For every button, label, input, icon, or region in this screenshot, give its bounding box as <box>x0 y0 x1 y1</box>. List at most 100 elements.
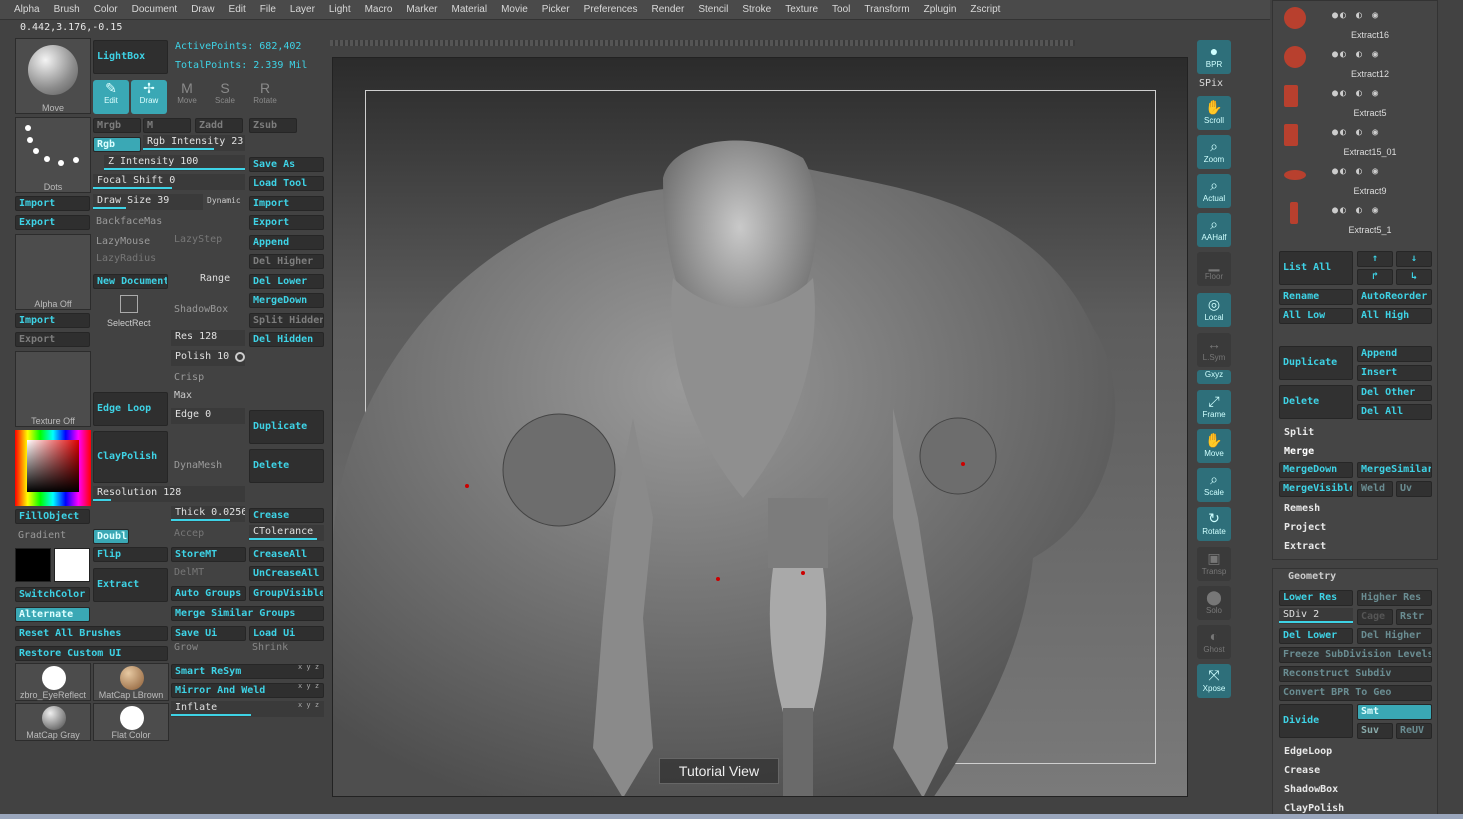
dynamesh-button[interactable]: DynaMesh <box>174 460 222 471</box>
mergesimilar-button[interactable]: MergeSimilar <box>1357 462 1432 478</box>
load-ui-button[interactable]: Load Ui <box>249 626 324 641</box>
lazystep-slider[interactable]: LazyStep <box>174 234 222 245</box>
append-button[interactable]: Append <box>249 235 324 250</box>
rotate-mode-button[interactable]: R Rotate <box>247 80 283 114</box>
dynamic-toggle[interactable]: Dynamic <box>207 196 241 205</box>
shadowbox-section[interactable]: ShadowBox <box>1284 784 1338 795</box>
higher-res-button[interactable]: Higher Res <box>1357 590 1432 606</box>
backfacemask-button[interactable]: BackfaceMas <box>96 216 162 227</box>
insert-button[interactable]: Insert <box>1357 365 1432 381</box>
tool-export-button[interactable]: Export <box>249 215 324 230</box>
polish-slider[interactable]: Polish 10 <box>171 350 245 366</box>
subtool-item[interactable]: ●◐ ◐ ◉ Extract15_01 <box>1280 121 1430 159</box>
gxyz-button[interactable]: Gxyz <box>1197 370 1231 384</box>
gradient-label[interactable]: Gradient <box>18 530 66 541</box>
project-section[interactable]: Project <box>1284 522 1326 533</box>
mergedown-subtool-button[interactable]: MergeDown <box>1279 462 1353 478</box>
move-view-button[interactable]: ✋ Move <box>1197 429 1231 463</box>
max-slider[interactable]: Max <box>174 390 192 401</box>
smt-toggle[interactable]: Smt <box>1357 704 1432 720</box>
mirror-axis-toggles[interactable]: x y z <box>298 682 319 690</box>
duplicate-button[interactable]: Duplicate <box>249 410 324 444</box>
color-picker[interactable] <box>15 430 91 506</box>
canvas-viewport[interactable]: Tutorial View <box>332 57 1188 797</box>
menu-render[interactable]: Render <box>652 4 685 15</box>
menu-edit[interactable]: Edit <box>229 4 246 15</box>
shadowbox-button[interactable]: ShadowBox <box>174 304 228 315</box>
geo-del-lower-button[interactable]: Del Lower <box>1279 628 1353 644</box>
subtool-visibility-icons[interactable]: ●◐ ◐ ◉ <box>1332 205 1380 216</box>
edge-slider[interactable]: Edge 0 <box>171 408 245 424</box>
storemt-button[interactable]: StoreMT <box>171 547 246 562</box>
save-ui-button[interactable]: Save Ui <box>171 626 246 641</box>
cage-button[interactable]: Cage <box>1357 609 1393 625</box>
scale-view-button[interactable]: ⌕ Scale <box>1197 468 1231 502</box>
thick-slider[interactable]: Thick 0.0256 <box>171 506 245 522</box>
remesh-section[interactable]: Remesh <box>1284 503 1320 514</box>
menu-alpha[interactable]: Alpha <box>14 4 40 15</box>
lazyradius-slider[interactable]: LazyRadius <box>96 253 156 264</box>
del-all-button[interactable]: Del All <box>1357 404 1432 420</box>
menu-preferences[interactable]: Preferences <box>584 4 638 15</box>
import-button[interactable]: Import <box>15 196 90 211</box>
menu-layer[interactable]: Layer <box>290 4 315 15</box>
weld-toggle[interactable]: Weld <box>1357 481 1393 497</box>
mergedown-button[interactable]: MergeDown <box>249 293 324 308</box>
edge-loop-button[interactable]: Edge Loop <box>93 392 168 426</box>
scroll-button[interactable]: ✋ Scroll <box>1197 96 1231 130</box>
menu-tool[interactable]: Tool <box>832 4 850 15</box>
mrgb-button[interactable]: Mrgb <box>93 118 141 133</box>
lazymouse-button[interactable]: LazyMouse <box>96 236 150 247</box>
reconstruct-subdiv-button[interactable]: Reconstruct Subdiv <box>1279 666 1432 682</box>
menu-texture[interactable]: Texture <box>785 4 818 15</box>
brush-thumbnail[interactable]: Move <box>15 38 91 114</box>
claypolish-button[interactable]: ClayPolish <box>93 431 168 483</box>
convert-bpr-to-geo-button[interactable]: Convert BPR To Geo <box>1279 685 1432 701</box>
subtool-visibility-icons[interactable]: ●◐ ◐ ◉ <box>1332 127 1380 138</box>
tool-import-button[interactable]: Import <box>249 196 324 211</box>
focal-shift-slider[interactable]: Focal Shift 0 <box>93 174 245 190</box>
grow-button[interactable]: Grow <box>174 642 198 653</box>
rgb-intensity-slider[interactable]: Rgb Intensity 23 <box>143 135 245 151</box>
subtool-item[interactable]: ●◐ ◐ ◉ Extract9 <box>1280 160 1430 198</box>
freeze-subdivision-button[interactable]: Freeze SubDivision Levels <box>1279 647 1432 663</box>
split-hidden-button[interactable]: Split Hidden <box>249 313 324 328</box>
m-button[interactable]: M <box>143 118 191 133</box>
duplicate-subtool-button[interactable]: Duplicate <box>1279 346 1353 380</box>
subtool-item[interactable]: ●◐ ◐ ◉ Extract16 <box>1280 4 1430 42</box>
ctolerance-slider[interactable]: CTolerance <box>249 525 324 541</box>
suv-toggle[interactable]: Suv <box>1357 723 1393 739</box>
move-down-button[interactable]: ↓ <box>1396 251 1432 267</box>
lower-res-button[interactable]: Lower Res <box>1279 590 1353 606</box>
bpr-button[interactable]: ● BPR <box>1197 40 1231 74</box>
inflate-axis-toggles[interactable]: x y z <box>298 701 319 709</box>
del-lower-button[interactable]: Del Lower <box>249 274 324 289</box>
transp-button[interactable]: ▣ Transp <box>1197 547 1231 581</box>
rotate-view-button[interactable]: ↻ Rotate <box>1197 507 1231 541</box>
menu-transform[interactable]: Transform <box>864 4 909 15</box>
menu-movie[interactable]: Movie <box>501 4 528 15</box>
floor-button[interactable]: ▁ Floor <box>1197 252 1231 286</box>
menu-brush[interactable]: Brush <box>54 4 80 15</box>
alpha-export-button[interactable]: Export <box>15 332 90 347</box>
auto-groups-button[interactable]: Auto Groups <box>171 586 246 601</box>
lightbox-button[interactable]: LightBox <box>93 40 168 74</box>
move-mode-button[interactable]: M Move <box>169 80 205 114</box>
lsym-button[interactable]: ↔ L.Sym <box>1197 333 1231 367</box>
reset-all-brushes-button[interactable]: Reset All Brushes <box>15 626 168 641</box>
subtool-item[interactable]: ●◐ ◐ ◉ Extract5 <box>1280 82 1430 120</box>
menu-zscript[interactable]: Zscript <box>970 4 1000 15</box>
accept-button[interactable]: Accep <box>174 528 204 539</box>
subtool-visibility-icons[interactable]: ●◐ ◐ ◉ <box>1332 10 1380 21</box>
draw-mode-button[interactable]: ✢ Draw <box>131 80 167 114</box>
extract-section[interactable]: Extract <box>1284 541 1326 552</box>
res-slider[interactable]: Res 128 <box>171 330 245 346</box>
spix-slider[interactable]: SPix <box>1199 78 1223 89</box>
move-up-button[interactable]: ↑ <box>1357 251 1393 267</box>
resym-axis-toggles[interactable]: x y z <box>298 663 319 671</box>
autoreorder-button[interactable]: AutoReorder <box>1357 289 1432 305</box>
menu-material[interactable]: Material <box>452 4 488 15</box>
alpha-import-button[interactable]: Import <box>15 313 90 328</box>
secondary-color-swatch[interactable] <box>15 548 51 582</box>
dwarf-sculpt-model[interactable] <box>333 58 1188 797</box>
